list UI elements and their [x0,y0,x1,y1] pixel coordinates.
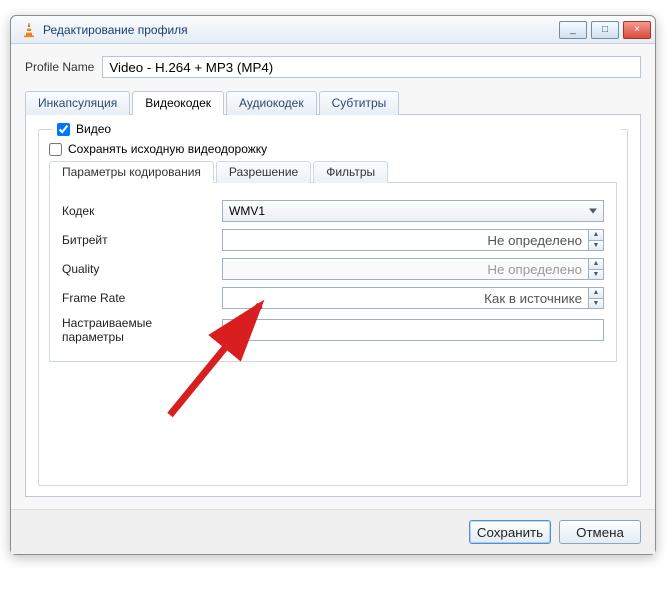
bitrate-label: Битрейт [62,233,212,247]
tab-audio-codec[interactable]: Аудиокодек [226,91,317,115]
spin-up-icon[interactable]: ▲ [589,288,603,299]
dialog-window: Редактирование профиля _ □ × Profile Nam… [10,15,656,555]
quality-label: Quality [62,262,212,276]
tab-encapsulation[interactable]: Инкапсуляция [25,91,130,115]
framerate-row: Frame Rate ▲ ▼ [62,287,604,309]
codec-combo[interactable]: WMV1 [222,200,604,222]
spin-down-icon[interactable]: ▼ [589,241,603,251]
chevron-down-icon [589,209,597,214]
tab-video-codec[interactable]: Видеокодек [132,91,224,115]
framerate-input[interactable] [222,287,588,309]
subtab-encoding[interactable]: Параметры кодирования [49,161,214,183]
cancel-button[interactable]: Отмена [559,520,641,544]
custom-label: Настраиваемые параметры [62,316,212,344]
video-enable-checkbox[interactable] [57,123,70,136]
keep-original-checkbox[interactable] [49,143,62,156]
dialog-footer: Сохранить Отмена [11,509,655,554]
client-area: Profile Name Инкапсуляция Видеокодек Ауд… [11,44,655,509]
subtab-filters[interactable]: Фильтры [313,161,388,183]
codec-value: WMV1 [229,204,265,218]
custom-input[interactable] [222,319,604,341]
quality-row: Quality ▲ ▼ [62,258,604,280]
encoding-panel: Кодек WMV1 Битрейт ▲ [49,183,617,362]
quality-input[interactable] [222,258,588,280]
keep-original-label: Сохранять исходную видеодорожку [68,142,267,156]
profile-name-input[interactable] [102,56,641,78]
main-tabs: Инкапсуляция Видеокодек Аудиокодек Субти… [25,90,641,115]
subtab-resolution[interactable]: Разрешение [216,161,311,183]
close-button[interactable]: × [623,21,651,39]
vlc-cone-icon [21,22,37,38]
framerate-spin-buttons: ▲ ▼ [588,287,604,309]
spin-down-icon[interactable]: ▼ [589,270,603,280]
tab-subtitles[interactable]: Субтитры [319,91,400,115]
bitrate-spin[interactable]: ▲ ▼ [222,229,604,251]
video-enable-label: Видео [76,122,111,136]
codec-label: Кодек [62,204,212,218]
custom-row: Настраиваемые параметры [62,316,604,344]
bitrate-row: Битрейт ▲ ▼ [62,229,604,251]
video-codec-panel: Видео Сохранять исходную видеодорожку Па… [25,115,641,497]
video-fieldset: Видео Сохранять исходную видеодорожку Па… [38,129,628,486]
save-button[interactable]: Сохранить [469,520,551,544]
profile-name-row: Profile Name [25,56,641,78]
minimize-button[interactable]: _ [559,21,587,39]
framerate-label: Frame Rate [62,291,212,305]
spin-up-icon[interactable]: ▲ [589,230,603,241]
window-buttons: _ □ × [559,21,651,39]
codec-row: Кодек WMV1 [62,200,604,222]
profile-name-label: Profile Name [25,60,94,74]
quality-spin-buttons: ▲ ▼ [588,258,604,280]
framerate-spin[interactable]: ▲ ▼ [222,287,604,309]
spin-down-icon[interactable]: ▼ [589,299,603,309]
quality-spin[interactable]: ▲ ▼ [222,258,604,280]
bitrate-spin-buttons: ▲ ▼ [588,229,604,251]
keep-original-row: Сохранять исходную видеодорожку [49,142,617,156]
sub-tabs: Параметры кодирования Разрешение Фильтры [49,160,617,183]
titlebar[interactable]: Редактирование профиля _ □ × [11,16,655,44]
bitrate-input[interactable] [222,229,588,251]
maximize-button[interactable]: □ [591,21,619,39]
spin-up-icon[interactable]: ▲ [589,259,603,270]
window-title: Редактирование профиля [43,23,559,37]
video-legend: Видео [53,122,621,136]
